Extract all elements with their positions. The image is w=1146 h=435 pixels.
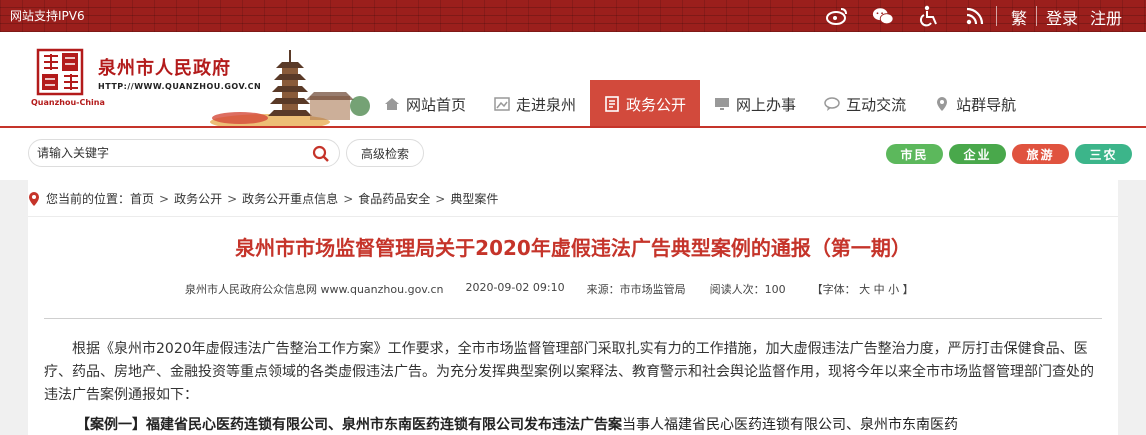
nav-label: 政务公开 — [626, 95, 687, 114]
meta-source-site: 泉州市人民政府公众信息网 www.quanzhou.gov.cn — [185, 283, 444, 296]
location-pin-icon — [28, 191, 42, 207]
audience-pills: 市民 企业 旅游 三农 — [886, 144, 1132, 164]
wifi-icon[interactable] — [964, 5, 986, 27]
top-bar: 网站支持IPV6 繁 登录 注册 — [0, 0, 1146, 32]
login-link[interactable]: 登录 — [1046, 5, 1078, 29]
city-seal-logo[interactable] — [36, 48, 84, 96]
nav-label: 走进泉州 — [516, 95, 577, 114]
nav-site-navigation[interactable]: 站群导航 — [920, 80, 1030, 128]
case-label: 【案例一】福建省民心医药连锁有限公司、泉州市东南医药连锁有限公司发布违法广告案 — [76, 417, 622, 433]
traditional-chinese-link[interactable]: 繁 — [1011, 5, 1027, 29]
font-size-switcher[interactable]: 【字体： 大 中 小 】 — [812, 281, 914, 297]
pill-agriculture[interactable]: 三农 — [1075, 144, 1132, 164]
breadcrumb-separator: > — [343, 191, 354, 206]
advanced-search-button[interactable]: 高级检索 — [346, 139, 424, 167]
article-body: 根据《泉州市2020年虚假违法广告整治工作方案》工作要求，全市市场监督管理部门采… — [44, 338, 1104, 407]
pill-citizens[interactable]: 市民 — [886, 144, 943, 164]
meta-views: 阅读人次：100 — [709, 283, 786, 296]
nav-interaction[interactable]: 互动交流 — [810, 80, 920, 128]
article-title: 泉州市市场监督管理局关于2020年虚假违法广告典型案例的通报（第一期） — [235, 236, 911, 260]
register-link[interactable]: 注册 — [1090, 5, 1122, 29]
chat-icon — [824, 96, 840, 112]
nav-home[interactable]: 网站首页 — [370, 80, 480, 128]
main-nav: 网站首页 走进泉州 政务公开 网上办事 互动交流 站群导航 — [370, 80, 1030, 128]
nav-label: 互动交流 — [846, 95, 907, 114]
picture-icon — [494, 96, 510, 112]
document-icon — [604, 96, 620, 112]
breadcrumb-item[interactable]: 首页 — [130, 190, 154, 207]
home-icon — [384, 96, 400, 112]
monitor-icon — [714, 96, 730, 112]
pagoda-illustration — [210, 50, 370, 126]
weibo-icon[interactable] — [826, 5, 848, 27]
breadcrumb: 您当前的位置： 首页 > 政务公开 > 政务公开重点信息 > 食品药品安全 > … — [28, 190, 498, 207]
article-meta: 泉州市人民政府公众信息网 www.quanzhou.gov.cn 2020-09… — [185, 281, 914, 297]
site-header: Quanzhou-China 泉州市人民政府 HTTP://WWW.QUANZH… — [0, 32, 1146, 128]
logo-pinyin: Quanzhou-China — [31, 98, 105, 107]
breadcrumb-separator: > — [159, 191, 170, 206]
divider — [1036, 6, 1037, 26]
breadcrumb-separator: > — [227, 191, 238, 206]
nav-label: 网站首页 — [406, 95, 467, 114]
pill-tourism[interactable]: 旅游 — [1012, 144, 1069, 164]
breadcrumb-divider — [28, 216, 1118, 217]
search-box — [28, 139, 340, 167]
breadcrumb-item[interactable]: 典型案件 — [450, 190, 498, 207]
meta-divider — [44, 318, 1102, 319]
nav-about-quanzhou[interactable]: 走进泉州 — [480, 80, 590, 128]
accessibility-icon[interactable] — [918, 5, 940, 27]
breadcrumb-item[interactable]: 政务公开重点信息 — [242, 190, 338, 207]
nav-government-affairs[interactable]: 政务公开 — [590, 80, 701, 128]
breadcrumb-separator: > — [435, 191, 446, 206]
nav-label: 站群导航 — [956, 95, 1017, 114]
case-heading-line: 【案例一】福建省民心医药连锁有限公司、泉州市东南医药连锁有限公司发布违法广告案当… — [76, 415, 958, 435]
breadcrumb-item[interactable]: 政务公开 — [174, 190, 222, 207]
case-text: 当事人福建省民心医药连锁有限公司、泉州市东南医药 — [622, 417, 958, 433]
social-icons — [826, 5, 1010, 27]
breadcrumb-prefix: 您当前的位置： — [46, 192, 131, 206]
nav-label: 网上办事 — [736, 95, 797, 114]
location-icon — [934, 96, 950, 112]
search-row: 高级检索 市民 企业 旅游 三农 — [0, 128, 1146, 180]
meta-date: 2020-09-02 09:10 — [465, 281, 565, 294]
article-paragraph: 根据《泉州市2020年虚假违法广告整治工作方案》工作要求，全市市场监督管理部门采… — [44, 341, 1094, 403]
pill-enterprise[interactable]: 企业 — [949, 144, 1006, 164]
search-input[interactable] — [37, 143, 307, 163]
divider — [996, 6, 997, 26]
ipv6-notice: 网站支持IPV6 — [10, 9, 85, 23]
meta-source: 来源：市市场监管局 — [586, 283, 686, 296]
breadcrumb-item[interactable]: 食品药品安全 — [358, 190, 430, 207]
wechat-icon[interactable] — [872, 5, 894, 27]
nav-online-services[interactable]: 网上办事 — [700, 80, 810, 128]
search-icon[interactable] — [311, 144, 331, 164]
